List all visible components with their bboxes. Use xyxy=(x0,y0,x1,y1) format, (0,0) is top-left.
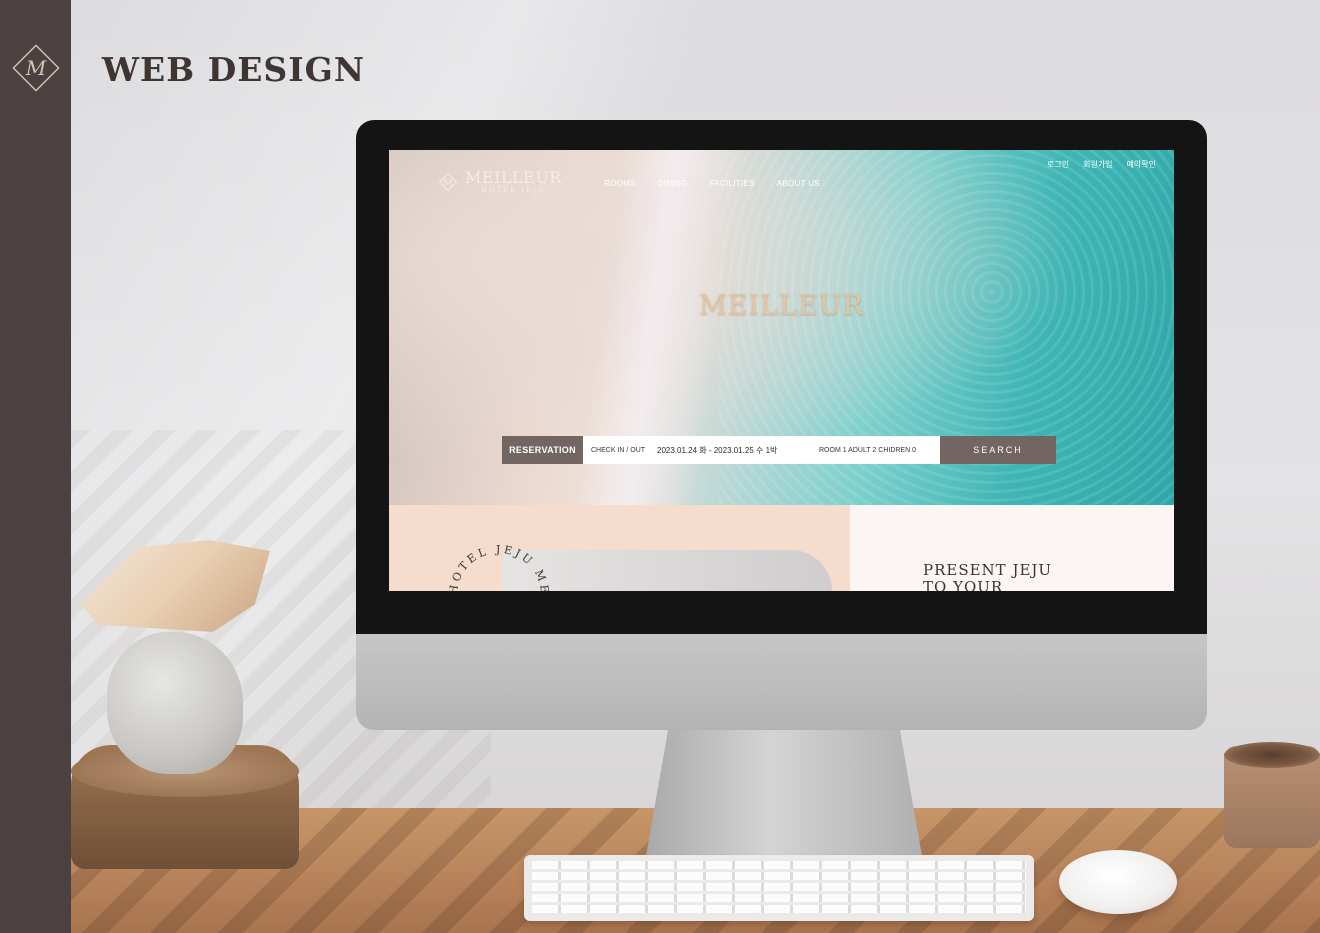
circular-text-badge: HOTEL JEJU MEILLEUR xyxy=(437,515,551,591)
svg-text:HOTEL JEJU MEILLEUR: HOTEL JEJU MEILLEUR xyxy=(437,515,551,591)
login-link[interactable]: 로그인 xyxy=(1047,159,1069,170)
nav-item-about-us[interactable]: ABOUT US xyxy=(777,179,820,188)
svg-text:M: M xyxy=(25,56,47,80)
monitor-chin xyxy=(356,633,1207,730)
present-line-2: TO YOUR xyxy=(923,578,1004,592)
reservation-label: RESERVATION xyxy=(502,436,583,464)
mouse xyxy=(1059,850,1177,914)
reservation-bar: RESERVATION CHECK IN / OUT 2023.01.24 화 … xyxy=(502,436,1056,464)
hero-title: MEILLEUR xyxy=(699,290,864,321)
white-rock xyxy=(107,632,243,774)
utility-links: 로그인 회원가입 예약확인 xyxy=(1047,159,1156,170)
present-heading: PRESENT JEJU TO YOUR xyxy=(923,561,1053,592)
monitor-stand xyxy=(646,730,922,856)
keyboard-keys xyxy=(532,861,1026,915)
keyboard xyxy=(524,855,1034,921)
hero-section: M MEILLEUR HOTEL JEJU ROOMS DINING FACIL… xyxy=(389,150,1174,505)
side-bar xyxy=(0,0,71,933)
main-nav: ROOMS DINING FACILITIES ABOUT US xyxy=(604,179,842,188)
logo-name: MEILLEUR xyxy=(465,168,562,187)
site-logo[interactable]: M MEILLEUR HOTEL JEJU xyxy=(437,170,562,194)
logo-sub: HOTEL JEJU xyxy=(480,186,546,194)
reservation-fields[interactable]: CHECK IN / OUT 2023.01.24 화 - 2023.01.25… xyxy=(583,436,940,464)
present-line-1: PRESENT JEJU xyxy=(923,561,1053,579)
nav-item-rooms[interactable]: ROOMS xyxy=(604,179,636,188)
search-button[interactable]: SEARCH xyxy=(940,436,1056,464)
check-in-out-label: CHECK IN / OUT xyxy=(591,446,646,454)
svg-text:M: M xyxy=(443,178,453,189)
website-screen: M MEILLEUR HOTEL JEJU ROOMS DINING FACIL… xyxy=(389,150,1174,591)
date-range-field[interactable]: 2023.01.24 화 - 2023.01.25 수 1박 xyxy=(657,445,819,456)
signup-link[interactable]: 회원가입 xyxy=(1083,159,1112,170)
m-logo-icon: M xyxy=(10,42,62,94)
guests-field[interactable]: ROOM 1 ADULT 2 CHIDREN 0 xyxy=(819,447,916,454)
nav-item-facilities[interactable]: FACILITIES xyxy=(710,179,755,188)
wooden-cup-top xyxy=(1224,742,1320,768)
page-title: WEB DESIGN xyxy=(102,50,365,89)
reservation-check-link[interactable]: 예약확인 xyxy=(1127,159,1156,170)
nav-item-dining[interactable]: DINING xyxy=(658,179,688,188)
meilleur-mark-icon: M xyxy=(438,172,458,192)
